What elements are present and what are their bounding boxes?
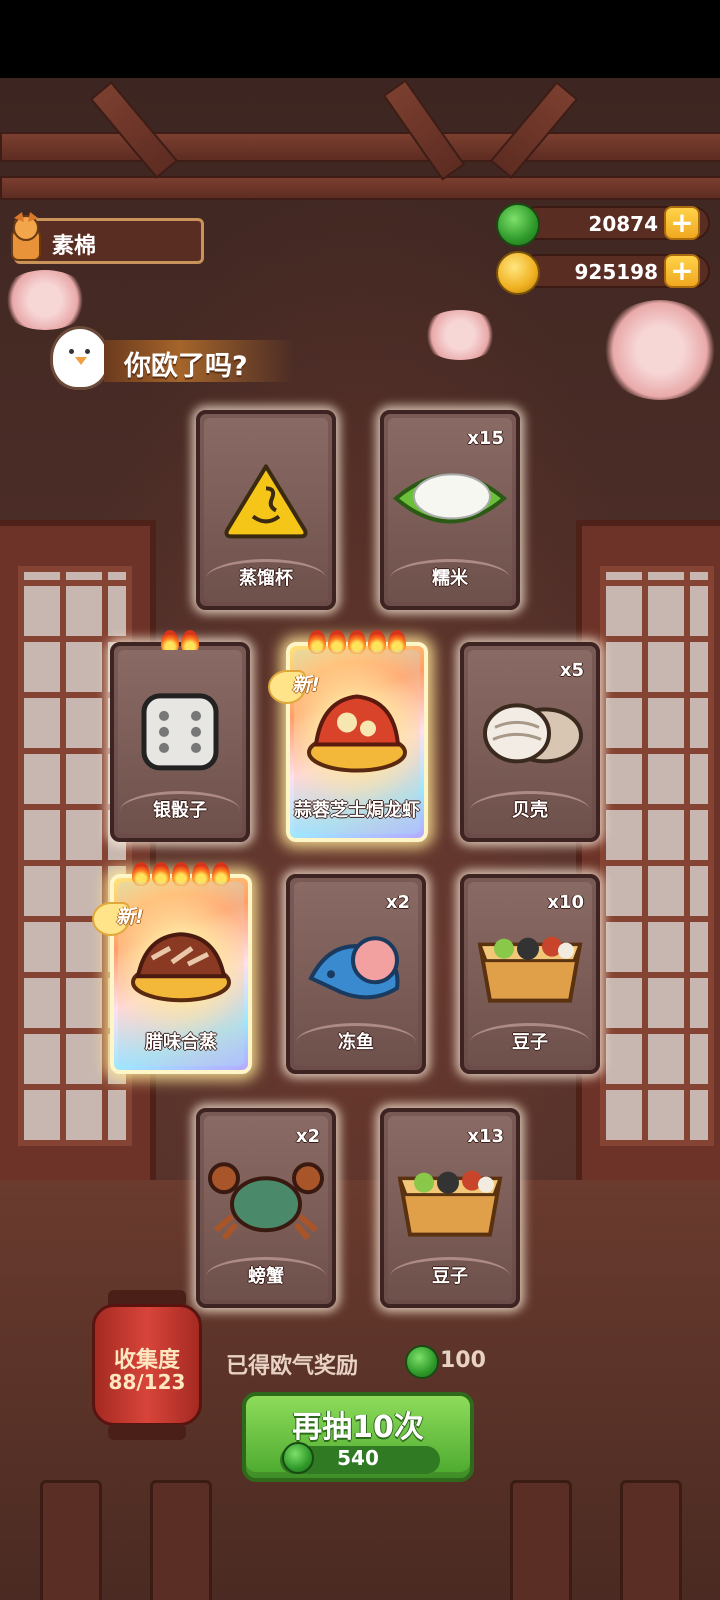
green-jade-icon (496, 203, 540, 247)
right-window (576, 520, 720, 1192)
reward-card[interactable]: x13 豆子 (380, 1108, 520, 1308)
card-quantity: x15 (467, 428, 504, 449)
beans-box-icon (397, 1170, 503, 1237)
green-jade-icon (405, 1345, 439, 1379)
card-name: 豆子 (432, 1266, 468, 1287)
blossom-decoration (420, 310, 500, 360)
banner-title: 你欧了吗? (124, 351, 248, 382)
railing-post (40, 1480, 102, 1600)
reward-card[interactable]: 银骰子 (110, 630, 250, 842)
status-bar (0, 0, 720, 78)
sticky-rice-icon (392, 473, 508, 524)
railing-post (620, 1480, 682, 1600)
card-quantity: x5 (559, 660, 584, 681)
draw-again-button[interactable]: 再抽10次 540 (242, 1392, 474, 1482)
add-jade-button[interactable]: + (664, 206, 700, 240)
player-avatar-icon[interactable] (4, 210, 48, 266)
steamer-cup-icon (224, 464, 308, 539)
roof-strut (489, 81, 579, 179)
crab-icon (208, 1162, 324, 1241)
card-name: 银骰子 (153, 800, 207, 821)
reward-value: 100 (440, 1348, 486, 1373)
chick-mascot-icon (50, 326, 110, 390)
reward-card[interactable]: x2 螃蟹 (196, 1108, 336, 1308)
reward-card[interactable]: x15 糯米 (380, 410, 520, 610)
draw-button-label: 再抽10次 (292, 1410, 424, 1445)
railing-post (150, 1480, 212, 1600)
add-coin-button[interactable]: + (664, 254, 700, 288)
reward-card[interactable]: x5 贝壳 (460, 642, 600, 842)
reward-label: 已得欧气奖励 (226, 1354, 359, 1379)
reward-card[interactable]: 蒸馏杯 (196, 410, 336, 610)
beans-box-icon (477, 936, 583, 1003)
card-name: 糯米 (432, 568, 468, 589)
reward-card-new[interactable]: 新! 腊味合蒸 (92, 862, 252, 1074)
card-name: 腊味合蒸 (145, 1032, 217, 1053)
card-name: 蒜蓉芝士焗龙虾 (294, 800, 420, 821)
jade-amount: 20874 (588, 212, 658, 236)
frozen-fish-icon (308, 936, 400, 1000)
card-quantity: x13 (467, 1126, 504, 1147)
gacha-result-screen: 素棉 20874 + 925198 + 你欧了吗? 蒸馏杯 x15 糯米 银骰子… (0, 0, 720, 1600)
reward-card[interactable]: x10 豆子 (460, 874, 600, 1074)
roof-beam (0, 176, 720, 200)
cheese-lobster-icon (307, 694, 407, 773)
silver-dice-icon (141, 693, 219, 771)
blossom-decoration (600, 300, 720, 400)
shell-icon (483, 703, 583, 764)
cured-meat-dish-icon (131, 932, 231, 1003)
left-window (0, 520, 156, 1192)
roof-strut (382, 79, 466, 181)
draw-cost-value: 540 (337, 1446, 379, 1470)
card-name: 螃蟹 (248, 1266, 284, 1287)
card-quantity: x10 (547, 892, 584, 913)
railing-post (510, 1480, 572, 1600)
blossom-decoration (0, 270, 90, 330)
coin-amount: 925198 (574, 260, 659, 284)
roof-beam (0, 132, 720, 162)
gold-coin-icon (496, 251, 540, 295)
card-name: 豆子 (512, 1032, 548, 1053)
collection-lantern[interactable]: 收集度 88/123 (92, 1290, 202, 1440)
roof-strut (89, 81, 179, 179)
reward-card-new[interactable]: 新! 蒜蓉芝士焗龙虾 (268, 630, 428, 842)
player-name: 素棉 (52, 234, 97, 259)
card-name: 冻鱼 (338, 1032, 374, 1053)
card-quantity: x2 (295, 1126, 320, 1147)
card-name: 贝壳 (512, 800, 548, 821)
card-quantity: x2 (385, 892, 410, 913)
reward-card[interactable]: x2 冻鱼 (286, 874, 426, 1074)
collection-progress: 88/123 (108, 1370, 186, 1394)
card-name: 蒸馏杯 (239, 568, 293, 589)
